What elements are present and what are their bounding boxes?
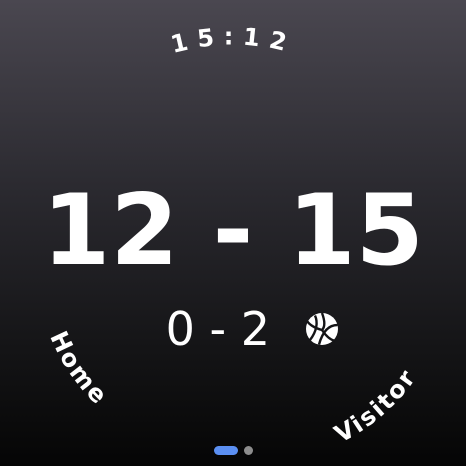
sets-row: 0 - 2 xyxy=(0,304,466,354)
home-points[interactable]: 12 xyxy=(42,174,178,288)
visitor-sets: 2 xyxy=(240,302,270,356)
home-sets: 0 xyxy=(165,302,195,356)
page-dot[interactable] xyxy=(243,445,253,455)
sets-separator: - xyxy=(209,302,227,356)
page-indicator[interactable] xyxy=(0,445,466,455)
points-score: 12 - 15 xyxy=(0,176,466,286)
clock-time: 15:12 xyxy=(168,23,298,59)
visitor-team-label[interactable]: Visitor xyxy=(330,363,422,448)
sets-score: 0 - 2 xyxy=(166,304,270,354)
watch-screen: 15:12 Home Visitor 12 - 15 0 - 2 xyxy=(0,0,466,466)
visitor-points[interactable]: 15 xyxy=(287,174,423,288)
volleyball-icon xyxy=(306,312,339,345)
page-dot-active[interactable] xyxy=(213,445,238,455)
score-separator: - xyxy=(212,174,254,288)
